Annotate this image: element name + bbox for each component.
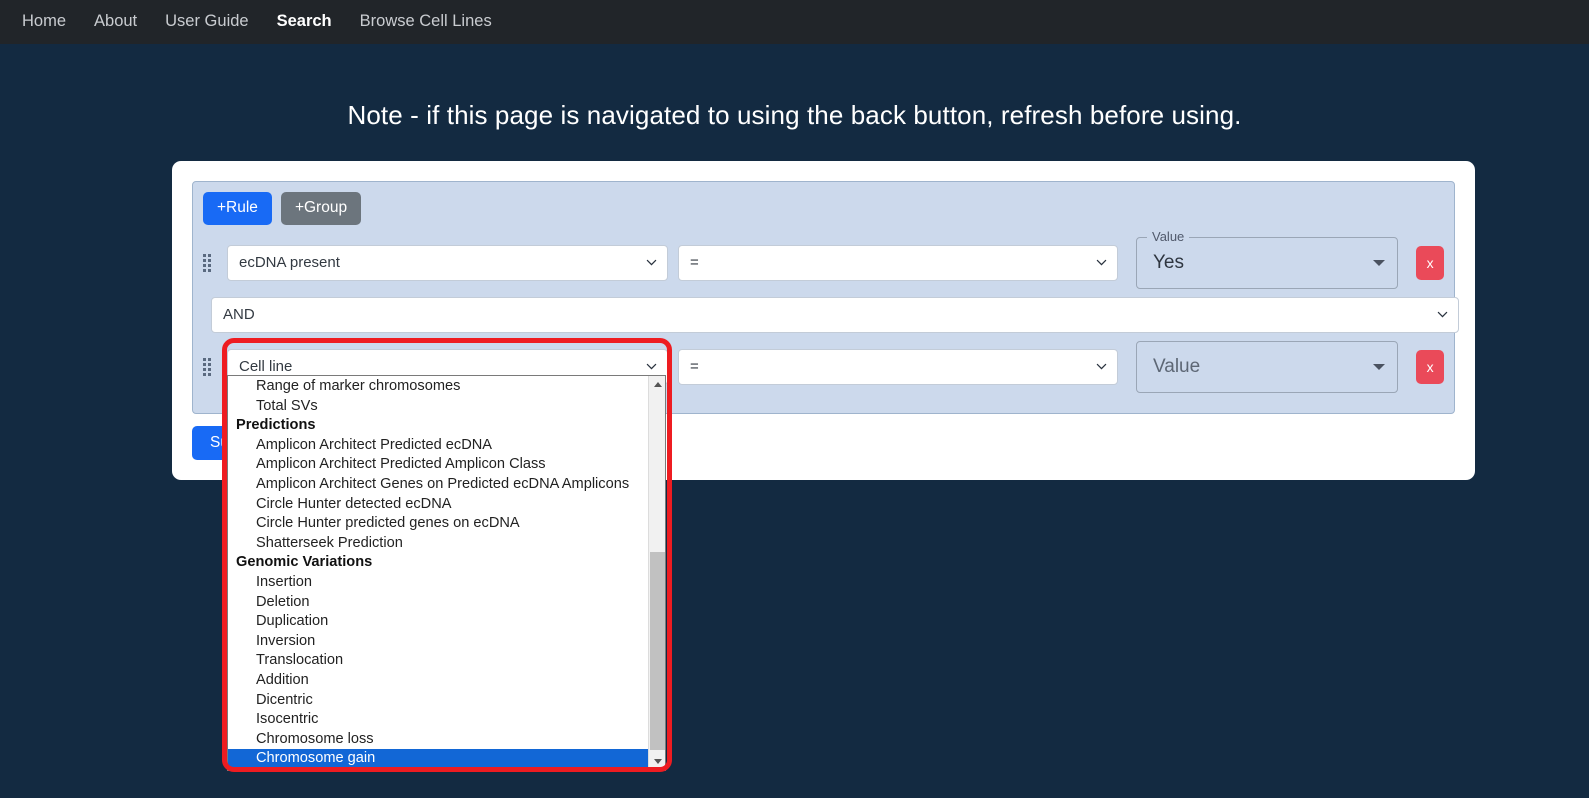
conjunction-row: AND [203,296,1459,333]
dropdown-option[interactable]: Chromosome gain [228,749,648,769]
dropdown-option[interactable]: Duplication [228,612,648,632]
dropdown-option[interactable]: Addition [228,671,648,691]
dropdown-option[interactable]: Chromosome loss [228,730,648,750]
rule-field-value: Cell line [239,358,293,376]
main-navbar: Home About User Guide Search Browse Cell… [0,0,1589,44]
rule-field-select[interactable]: ecDNA present [227,244,668,281]
dropdown-option[interactable]: Insertion [228,573,648,593]
dropdown-option[interactable]: Shatterseek Prediction [228,534,648,554]
dropdown-option[interactable]: Amplicon Architect Predicted ecDNA [228,436,648,456]
field-dropdown-list[interactable]: Range of marker chromosomes Total SVs Pred… [227,375,666,771]
chevron-down-icon [646,259,657,266]
dropdown-option[interactable]: Isocentric [228,710,648,730]
dropdown-option[interactable]: Circle Hunter predicted genes on ecDNA [228,514,648,534]
nav-item-home[interactable]: Home [8,6,80,38]
drag-handle-icon[interactable] [203,357,215,376]
delete-rule-button[interactable]: x [1416,245,1444,280]
rule-operator-select[interactable]: = [678,348,1118,385]
rule-field-value: ecDNA present [239,254,340,272]
rule-row: ecDNA present = Value Yes x [203,229,1444,289]
rule-value-select[interactable]: Value [1136,340,1399,393]
dropdown-option[interactable]: Deletion [228,593,648,613]
rule-operator-value: = [690,254,699,272]
delete-rule-button[interactable]: x [1416,349,1444,384]
dropdown-option[interactable]: Inversion [228,632,648,652]
rule-operator-value: = [690,358,699,376]
dropdown-option[interactable]: Dicentric [228,691,648,711]
rule-value-text: Yes [1153,251,1184,273]
drag-handle-icon[interactable] [203,253,215,272]
caret-down-icon [1373,363,1386,370]
add-group-button[interactable]: +Group [280,192,362,225]
conjunction-value: AND [223,306,255,324]
dropdown-option[interactable]: Circle Hunter detected ecDNA [228,495,648,515]
rule-value-select[interactable]: Value Yes [1136,229,1399,289]
rule-value-legend: Value [1147,229,1190,243]
chevron-down-icon [1096,363,1107,370]
nav-item-about[interactable]: About [80,6,151,38]
query-builder-toolbar: +Rule +Group [203,192,1444,225]
dropdown-group-label: Genomic Variations [236,554,373,571]
dropdown-option[interactable]: Amplicon Architect Genes on Predicted ec… [228,475,648,495]
dropdown-option[interactable]: Translocation [228,651,648,671]
conjunction-select[interactable]: AND [211,296,1459,333]
page-note: Note - if this page is navigated to usin… [347,100,1242,130]
rule-value-text: Value [1153,355,1201,377]
dropdown-option[interactable]: Total SVs [228,397,648,417]
nav-item-search[interactable]: Search [263,6,346,38]
nav-item-user-guide[interactable]: User Guide [151,6,262,38]
caret-down-icon [1373,259,1386,266]
dropdown-scrollbar[interactable] [648,376,665,770]
scroll-down-arrow-icon[interactable] [649,753,666,770]
add-rule-button[interactable]: +Rule [203,192,272,225]
scroll-up-arrow-icon[interactable] [649,376,666,393]
chevron-down-icon [646,363,657,370]
rule-operator-select[interactable]: = [678,244,1118,281]
chevron-down-icon [1096,259,1107,266]
chevron-down-icon [1437,311,1448,318]
dropdown-option[interactable]: Amplicon Architect Predicted Amplicon Cl… [228,455,648,475]
dropdown-option[interactable]: Range of marker chromosomes [228,377,648,397]
field-dropdown-options[interactable]: Range of marker chromosomes Total SVs Pred… [228,376,648,770]
scrollbar-thumb[interactable] [650,552,665,750]
dropdown-group-label: Predictions [236,417,316,434]
nav-item-browse-cell-lines[interactable]: Browse Cell Lines [346,6,506,38]
